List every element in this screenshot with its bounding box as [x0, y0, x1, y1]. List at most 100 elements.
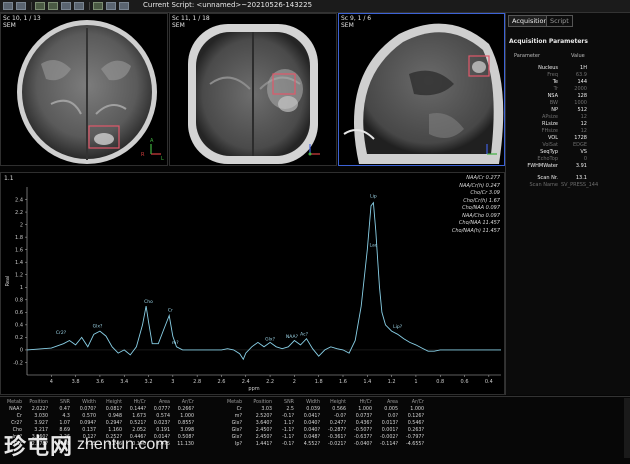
column-header: Position — [29, 400, 48, 405]
param-row: FHsize 12 — [506, 128, 630, 135]
x-tick-label: 1.4 — [363, 379, 371, 385]
param-row: VOL 1728 — [506, 135, 630, 142]
ruler-icon[interactable] — [74, 2, 84, 10]
column-header: Height — [330, 400, 346, 405]
param-row: SeqTyp VS — [506, 149, 630, 156]
table-header: Metab Position SNR Width Height Ht/Cr Area Ar/C… — [218, 399, 424, 406]
column-header: Ht/Cr — [133, 400, 146, 405]
table-cell: 0.855? — [177, 421, 194, 426]
tab-script[interactable]: Script — [546, 15, 573, 27]
print-icon[interactable] — [119, 2, 129, 10]
param-value: 12 — [580, 121, 587, 127]
scrollbar[interactable] — [624, 398, 630, 458]
series-type: SEM — [172, 22, 185, 29]
peak-label: Glx? — [265, 336, 275, 342]
ratio-item: Cho/NAA(h) 11.457 — [451, 227, 500, 234]
table-cell: 0.948 — [108, 414, 122, 419]
param-value: 1728 — [574, 135, 587, 141]
param-value: 3.91 — [575, 163, 587, 169]
column-header-value: Value — [571, 53, 585, 59]
table-cell: 0.013? — [381, 421, 398, 426]
param-name: APsize — [541, 114, 558, 120]
y-tick-label: 1.8 — [15, 235, 23, 241]
viewport-axial[interactable]: R L A Sc 10, 1 / 13 SEM — [0, 13, 168, 166]
x-tick-label: 2.6 — [217, 379, 225, 385]
y-axis-label: Real — [5, 276, 11, 287]
column-header: Height — [106, 400, 122, 405]
x-tick-label: 3 — [171, 379, 174, 385]
param-name: Freq — [547, 72, 558, 78]
param-row: NSA 128 — [506, 93, 630, 100]
column-header: Metab — [227, 400, 242, 405]
viewport-coronal[interactable]: Sc 11, 1 / 18 SEM — [169, 13, 337, 166]
layout-icon[interactable] — [93, 2, 103, 10]
param-value: 12 — [580, 128, 587, 134]
table-cell: 0.001? — [381, 428, 398, 433]
spectrum-trace — [26, 201, 501, 361]
mri-sagittal-image — [343, 23, 504, 165]
column-header: Ar/Cr — [411, 400, 424, 405]
param-row: RLsize 12 — [506, 121, 630, 128]
pan-icon[interactable] — [48, 2, 58, 10]
viewport-sagittal[interactable]: Sc 9, 1 / 6 SEM — [338, 13, 505, 166]
param-value: 128 — [577, 93, 587, 99]
panel-title: Acquisition Parameters — [509, 38, 588, 45]
series-label: Sc 9, 1 / 6 — [341, 15, 372, 22]
table-cell: -0.361? — [327, 435, 346, 440]
param-value: 144 — [577, 79, 587, 85]
x-tick-label: 0.4 — [485, 379, 493, 385]
param-value: VS — [580, 149, 587, 155]
table-cell: 0.266? — [177, 407, 194, 412]
table-cell: 0.263? — [407, 428, 424, 433]
column-header: Metab — [7, 400, 22, 405]
contrast-icon[interactable] — [61, 2, 71, 10]
metabolite-table-right: Metab Position SNR Width Height Ht/Cr Area Ar/C… — [218, 399, 424, 448]
table-cell: 0.247? — [329, 421, 346, 426]
param-name: RLsize — [542, 121, 558, 127]
table-cell: 2.022? — [31, 407, 48, 412]
mri-axial-image: R L A — [17, 20, 164, 164]
param-name: Scan Nr. — [537, 175, 558, 181]
param-row: Nucleus 1H — [506, 65, 630, 72]
table-cell: 0.294? — [105, 421, 122, 426]
save-icon[interactable] — [16, 2, 26, 10]
column-header: Position — [253, 400, 272, 405]
peak-label: NAA? — [286, 334, 299, 340]
param-name: Scan Name — [529, 182, 559, 188]
peak-label: Cr — [168, 308, 173, 314]
y-tick-label: 2.4 — [15, 197, 23, 203]
table-cell: 0.081? — [105, 407, 122, 412]
scan-name-row: Scan Name SV_PRESS_144 — [506, 182, 630, 189]
table-cell: 0.040? — [303, 428, 320, 433]
viewport-label: Sc 9, 1 / 6 SEM — [341, 15, 371, 29]
x-tick-label: 3.4 — [120, 379, 128, 385]
table-cell: -0.637? — [353, 435, 372, 440]
zoom-icon[interactable] — [35, 2, 45, 10]
table-cell: 2.5 — [286, 407, 294, 412]
param-name: EchoTop — [537, 156, 558, 162]
y-tick-label: -0.2 — [13, 360, 23, 366]
grid-icon[interactable] — [106, 2, 116, 10]
table-cell: 0.039 — [306, 407, 320, 412]
table-cell: 0.070? — [79, 407, 96, 412]
peak-label: Cr2? — [56, 330, 67, 336]
ratio-list: NAA/Cr 0.277 NAA/Cr(h) 0.247 Cho/Cr 3.09 Ch… — [440, 175, 500, 235]
ratio-item: NAA/Cho 0.097 — [462, 212, 500, 219]
ratio-item: Cho/NAA 0.097 — [462, 205, 500, 211]
table-cell: NAA? — [9, 407, 22, 412]
param-row: NP 512 — [506, 107, 630, 114]
open-icon[interactable] — [3, 2, 13, 10]
series-type: SEM — [3, 22, 16, 29]
x-tick-label: 1.2 — [388, 379, 396, 385]
table-cell: 3.030 — [34, 414, 48, 419]
param-name: BW — [549, 100, 558, 106]
y-tick-label: 2.2 — [15, 210, 23, 216]
table-cell: 1.07 — [59, 421, 70, 426]
ratio-item: Cho/Cr(h) 1.67 — [463, 197, 500, 204]
spectrum-viewport[interactable]: 4 3.8 3.6 3.4 3.2 3 2.8 2.6 2.4 2.2 2 1.8 1.6 1.4 1.2 1… — [0, 172, 505, 395]
x-tick-label: 2 — [293, 379, 296, 385]
x-tick-label: 1 — [414, 379, 417, 385]
param-name: Tr — [553, 86, 558, 92]
svg-text:A: A — [150, 138, 154, 144]
table-row: Ip? 1.441? -0.1? 4.552? -0.021? -0.040? -0.114… — [218, 441, 424, 448]
